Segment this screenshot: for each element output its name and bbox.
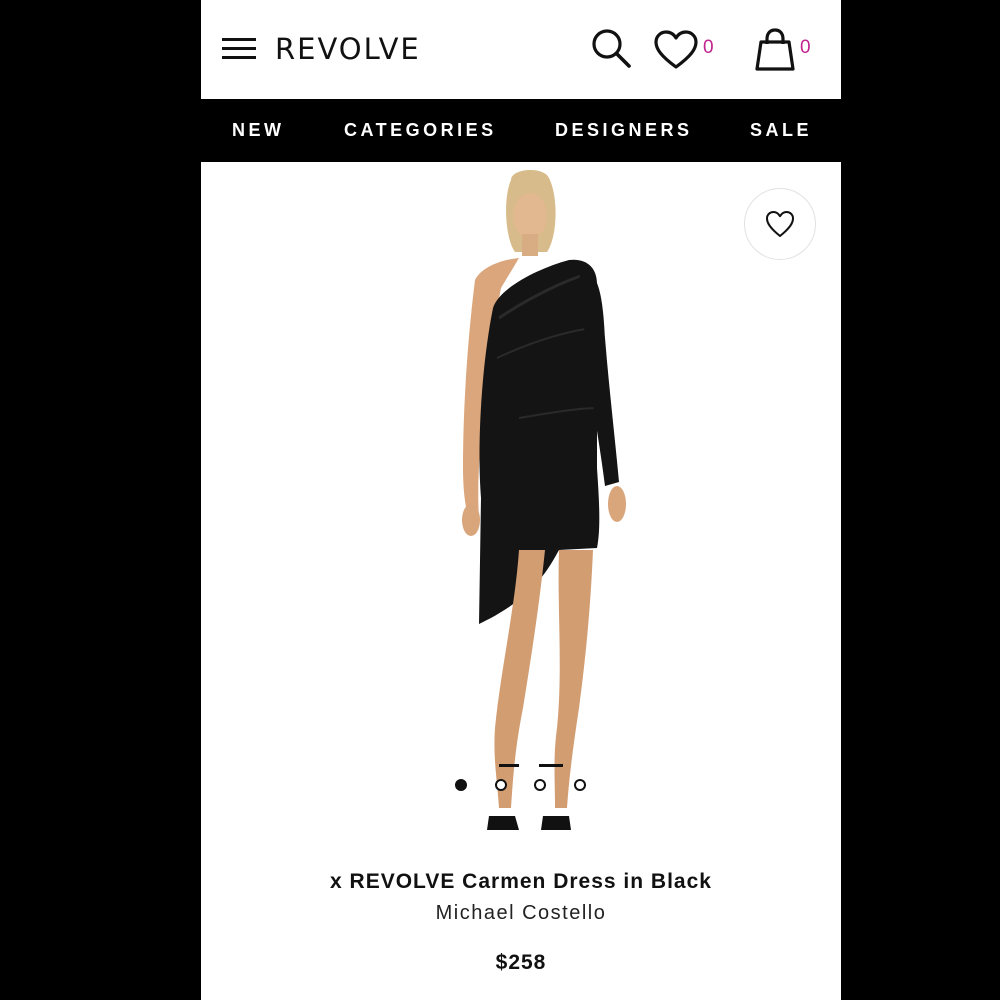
product-gallery[interactable] [201, 162, 841, 852]
bag-count: 0 [800, 37, 811, 58]
carousel-dot-1[interactable] [455, 779, 467, 791]
product-title: x REVOLVE Carmen Dress in Black [330, 870, 712, 893]
main-nav: NEW CATEGORIES DESIGNERS SALE [201, 99, 841, 162]
nav-item-new[interactable]: NEW [232, 99, 285, 162]
bag-icon[interactable] [753, 27, 797, 73]
wishlist-count: 0 [703, 37, 714, 58]
nav-item-categories[interactable]: CATEGORIES [344, 99, 497, 162]
search-icon[interactable] [589, 26, 633, 70]
carousel-dots [201, 779, 841, 793]
menu-icon[interactable] [222, 38, 256, 62]
favorite-button[interactable] [744, 188, 816, 260]
app-screen: REVOLVE 0 0 NEW CATEGORIES DESIGNERS SAL… [201, 0, 841, 1000]
product-price: $258 [495, 951, 547, 974]
wishlist-heart-icon[interactable] [653, 30, 699, 70]
nav-item-designers[interactable]: DESIGNERS [555, 99, 693, 162]
logo[interactable]: REVOLVE [275, 30, 421, 68]
carousel-dot-3[interactable] [534, 779, 546, 791]
header: REVOLVE 0 0 [201, 0, 841, 99]
carousel-dot-2[interactable] [495, 779, 507, 791]
nav-item-sale[interactable]: SALE [750, 99, 812, 162]
product-image[interactable] [419, 168, 639, 848]
carousel-dot-4[interactable] [574, 779, 586, 791]
heart-outline-icon [766, 211, 794, 237]
product-brand[interactable]: Michael Costello [201, 902, 841, 925]
